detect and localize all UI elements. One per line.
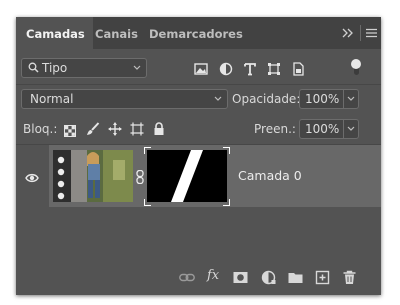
toggle-knob <box>351 59 361 69</box>
mask-selection-corner <box>223 199 230 206</box>
search-icon <box>28 59 39 77</box>
opacity-input[interactable]: 100% <box>299 89 344 109</box>
link-layers-icon[interactable] <box>179 270 195 285</box>
blend-mode-value: Normal <box>30 92 74 106</box>
lock-paint-icon[interactable] <box>86 121 100 135</box>
add-mask-icon[interactable] <box>233 270 248 285</box>
fill-slider-button[interactable] <box>343 119 359 139</box>
collapse-chevrons-icon[interactable] <box>342 17 354 49</box>
smart-object-filter-icon[interactable] <box>291 61 305 76</box>
tab-divider <box>360 25 361 41</box>
panel-tab-bar: Camadas Canais Demarcadores <box>16 17 381 49</box>
fx-icon[interactable]: fx <box>207 268 225 283</box>
layer-name[interactable]: Camada 0 <box>238 167 302 185</box>
shape-filter-icon[interactable] <box>267 61 281 75</box>
divider <box>16 84 381 85</box>
tab-camadas[interactable]: Camadas <box>16 17 93 49</box>
fill-value: 100% <box>305 122 340 136</box>
lock-transparent-icon[interactable] <box>64 122 78 137</box>
lock-move-icon[interactable] <box>108 121 122 136</box>
chevron-down-icon <box>347 120 355 143</box>
filter-kind-label: Tipo <box>42 61 68 75</box>
lock-artboard-icon[interactable] <box>130 121 144 136</box>
layers-panel: Camadas Canais Demarcadores Tipo Normal … <box>16 17 381 295</box>
lock-all-icon[interactable] <box>153 121 167 135</box>
mask-selection-corner <box>223 147 230 154</box>
filter-kind-select[interactable]: Tipo <box>21 58 147 78</box>
type-filter-icon[interactable] <box>243 61 257 76</box>
fill-input[interactable]: 100% <box>299 119 344 139</box>
opacity-label: Opacidade: <box>232 92 301 106</box>
layer-mask-thumbnail[interactable] <box>147 150 227 202</box>
tab-demarcadores[interactable]: Demarcadores <box>149 17 243 49</box>
panel-bottom-toolbar: fx <box>16 261 381 295</box>
mask-selection-corner <box>144 199 151 206</box>
layer-visibility-cell[interactable] <box>16 145 48 207</box>
adjustment-layer-icon[interactable] <box>261 270 276 285</box>
mask-selection-corner <box>144 147 151 154</box>
opacity-slider-button[interactable] <box>343 89 359 109</box>
new-layer-icon[interactable] <box>315 270 330 285</box>
tab-canais[interactable]: Canais <box>95 17 138 49</box>
lock-label: Bloq.: <box>23 122 58 136</box>
group-folder-icon[interactable] <box>288 270 303 285</box>
adjustment-filter-icon[interactable] <box>219 61 233 76</box>
opacity-value: 100% <box>305 92 340 106</box>
chevron-down-icon <box>214 90 222 115</box>
fill-label: Preen.: <box>254 122 296 136</box>
panel-menu-icon[interactable] <box>366 17 377 49</box>
mask-link-icon[interactable] <box>136 169 144 188</box>
delete-layer-icon[interactable] <box>342 270 357 285</box>
image-filter-icon[interactable] <box>194 61 208 75</box>
layer-thumbnail[interactable] <box>53 150 133 202</box>
chevron-down-icon <box>133 59 141 84</box>
eye-icon[interactable] <box>25 169 39 188</box>
blend-mode-select[interactable]: Normal <box>21 89 228 109</box>
chevron-down-icon <box>347 90 355 113</box>
filter-toggle-switch[interactable] <box>351 58 361 78</box>
